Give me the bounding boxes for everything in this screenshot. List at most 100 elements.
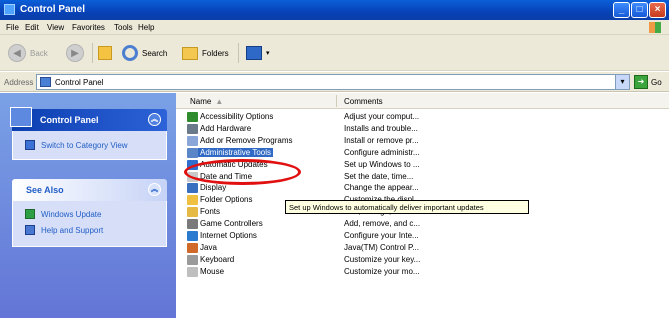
menu-file[interactable]: File bbox=[6, 23, 19, 32]
toolbar-separator bbox=[92, 43, 93, 63]
comments-column-header[interactable]: Comments bbox=[344, 97, 383, 106]
views-button[interactable]: ▾ bbox=[246, 43, 270, 63]
item-name: Fonts bbox=[200, 207, 221, 217]
red-highlight-circle bbox=[184, 159, 301, 185]
list-item[interactable]: Keyboard Customize your key... bbox=[176, 254, 669, 266]
internet-icon bbox=[187, 231, 198, 241]
switch-view-icon bbox=[25, 140, 35, 150]
list-item[interactable]: Mouse Customize your mo... bbox=[176, 266, 669, 278]
up-folder-icon bbox=[98, 46, 112, 60]
search-label: Search bbox=[142, 48, 168, 58]
folders-icon bbox=[182, 46, 198, 60]
task-pane: Control Panel ︽ Switch to Category View … bbox=[0, 93, 176, 318]
menu-help[interactable]: Help bbox=[138, 23, 154, 32]
column-header-row: Name ▲ Comments bbox=[176, 93, 669, 109]
windows-logo-icon bbox=[649, 22, 661, 33]
up-button[interactable] bbox=[98, 43, 112, 63]
list-item[interactable]: Internet Options Configure your Inte... bbox=[176, 230, 669, 242]
item-name: Java bbox=[200, 242, 217, 252]
menu-view[interactable]: View bbox=[47, 23, 64, 32]
address-label: Address bbox=[4, 78, 34, 87]
minimize-button[interactable]: _ bbox=[613, 2, 630, 18]
toolbar-separator bbox=[238, 43, 239, 63]
item-name: Add or Remove Programs bbox=[200, 135, 293, 145]
list-item[interactable]: Add or Remove Programs Install or remove … bbox=[176, 135, 669, 147]
windows-update-link[interactable]: Windows Update bbox=[25, 209, 101, 219]
go-button[interactable]: ➜ bbox=[634, 75, 648, 89]
forward-button[interactable]: ▶ bbox=[66, 43, 84, 63]
item-comment: Customize your key... bbox=[344, 254, 421, 264]
folders-button[interactable]: Folders bbox=[182, 43, 229, 63]
programs-icon bbox=[187, 135, 198, 146]
java-icon bbox=[187, 242, 198, 253]
list-item[interactable]: Administrative Tools Configure administr.… bbox=[176, 147, 669, 159]
help-and-support-link[interactable]: Help and Support bbox=[25, 225, 103, 235]
item-comment: Configure administr... bbox=[344, 147, 420, 157]
item-name: Add Hardware bbox=[200, 123, 252, 133]
sort-indicator-icon: ▲ bbox=[215, 97, 224, 106]
keyboard-icon bbox=[187, 254, 198, 265]
help-icon bbox=[25, 225, 35, 235]
item-name: Mouse bbox=[200, 266, 225, 276]
address-dropdown-button[interactable]: ▾ bbox=[615, 75, 629, 89]
list-item[interactable]: Game Controllers Add, remove, and c... bbox=[176, 218, 669, 230]
item-name: Internet Options bbox=[200, 231, 257, 240]
folders-label: Folders bbox=[202, 48, 229, 58]
control-panel-section-body: Switch to Category View bbox=[12, 131, 167, 160]
views-icon bbox=[246, 46, 262, 60]
menu-favorites[interactable]: Favorites bbox=[72, 23, 105, 32]
search-button[interactable]: Search bbox=[122, 43, 167, 63]
address-field[interactable]: Control Panel ▾ bbox=[36, 74, 630, 90]
accessibility-icon bbox=[187, 112, 198, 122]
list-item[interactable]: Java Java(TM) Control P... bbox=[176, 242, 669, 254]
see-also-section-header[interactable]: See Also ︽ bbox=[12, 179, 167, 201]
item-comment: Configure your Inte... bbox=[344, 231, 419, 240]
display-icon bbox=[187, 183, 198, 194]
item-comment: Add, remove, and c... bbox=[344, 219, 421, 229]
item-name: Accessibility Options bbox=[200, 112, 274, 121]
name-column-header[interactable]: Name ▲ bbox=[190, 97, 223, 106]
close-button[interactable]: × bbox=[649, 2, 666, 18]
address-bar: Address Control Panel ▾ ➜ Go bbox=[0, 72, 669, 92]
control-panel-section-title: Control Panel bbox=[40, 115, 99, 125]
menu-edit[interactable]: Edit bbox=[25, 23, 39, 32]
game-icon bbox=[187, 219, 198, 230]
windows-update-icon bbox=[25, 209, 35, 219]
control-panel-app-icon bbox=[4, 4, 15, 15]
item-name: Administrative Tools bbox=[198, 147, 273, 157]
toolbar: ◀ Back ▶ Search Folders ▾ bbox=[0, 35, 669, 71]
control-panel-large-icon bbox=[10, 107, 32, 127]
column-divider[interactable] bbox=[336, 95, 337, 107]
item-comment: Install or remove pr... bbox=[344, 135, 419, 145]
maximize-button[interactable]: □ bbox=[631, 2, 648, 18]
item-name: Keyboard bbox=[200, 254, 235, 264]
fonts-icon bbox=[187, 207, 198, 218]
views-dropdown-icon: ▾ bbox=[266, 50, 270, 57]
collapse-icon[interactable]: ︽ bbox=[148, 113, 161, 126]
collapse-icon[interactable]: ︽ bbox=[148, 183, 161, 196]
control-panel-section-header[interactable]: Control Panel ︽ bbox=[10, 107, 167, 131]
see-also-section-body: Windows Update Help and Support bbox=[12, 201, 167, 247]
admin-tools-icon bbox=[187, 147, 198, 158]
menu-bar: File Edit View Favorites Tools Help bbox=[0, 20, 669, 35]
name-column-label: Name bbox=[190, 97, 212, 106]
item-comment: Java(TM) Control P... bbox=[344, 242, 419, 252]
search-icon bbox=[122, 45, 138, 61]
switch-to-category-view-link[interactable]: Switch to Category View bbox=[25, 140, 128, 150]
hardware-icon bbox=[187, 123, 198, 134]
mouse-icon bbox=[187, 266, 198, 277]
back-label: Back bbox=[30, 48, 48, 58]
item-comment: Adjust your comput... bbox=[344, 112, 420, 121]
list-item[interactable]: Add Hardware Installs and trouble... bbox=[176, 123, 669, 135]
list-item[interactable]: Accessibility Options Adjust your comput.… bbox=[176, 111, 669, 123]
menu-tools[interactable]: Tools bbox=[114, 23, 133, 32]
back-button[interactable]: ◀ Back bbox=[8, 43, 48, 63]
item-comment: Change the appear... bbox=[344, 183, 419, 193]
item-comment: Customize your mo... bbox=[344, 266, 420, 276]
item-comment: Set up Windows to ... bbox=[344, 159, 420, 169]
switch-to-category-view-label: Switch to Category View bbox=[41, 140, 128, 150]
window-title: Control Panel bbox=[20, 4, 86, 15]
item-name: Game Controllers bbox=[200, 219, 263, 229]
go-label[interactable]: Go bbox=[651, 78, 662, 87]
item-comment: Set the date, time... bbox=[344, 171, 414, 181]
